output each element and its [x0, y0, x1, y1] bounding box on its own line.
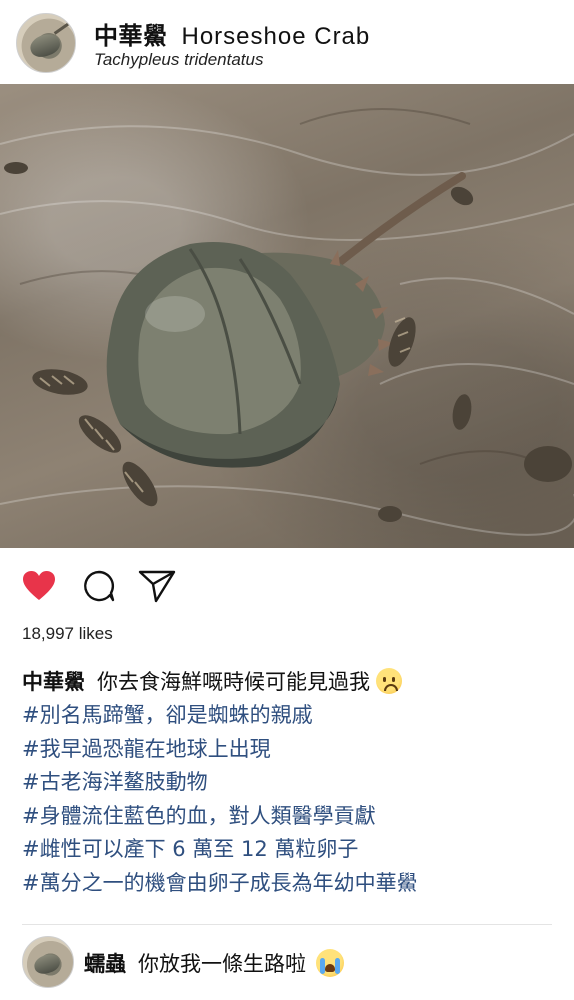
commenter-avatar[interactable] — [22, 936, 74, 988]
caption-line: 中華鱟 你去食海鮮嘅時候可能見過我 — [22, 666, 562, 699]
horseshoe-crab-avatar-shape — [27, 30, 63, 60]
action-bar — [0, 548, 574, 628]
hashtag-link[interactable]: #雌性可以產下 6 萬至 12 萬粒卵子 — [22, 833, 562, 867]
username[interactable]: 中華鱟 — [94, 22, 168, 50]
post-photo[interactable] — [0, 84, 574, 548]
horseshoe-crab-tail-shape — [53, 22, 70, 35]
scientific-name: Tachypleus tridentatus — [94, 50, 264, 69]
send-icon[interactable] — [138, 569, 176, 603]
commenter-avatar-shape — [31, 951, 63, 977]
hashtag-link[interactable]: #別名馬蹄蟹，卻是蜘蛛的親戚 — [22, 699, 562, 733]
post-title: 中華鱟 Horseshoe Crab — [94, 16, 370, 51]
post-caption: 中華鱟 你去食海鮮嘅時候可能見過我 #別名馬蹄蟹，卻是蜘蛛的親戚 #我早過恐龍在地… — [22, 666, 562, 900]
horseshoe-crab-illustration — [0, 108, 574, 536]
hashtag-link[interactable]: #萬分之一的機會由卵子成長為年幼中華鱟 — [22, 867, 562, 901]
hashtag-link[interactable]: #我早過恐龍在地球上出現 — [22, 733, 562, 767]
hashtag-link[interactable]: #古老海洋鳌肢動物 — [22, 766, 562, 800]
post-header: 中華鱟 Horseshoe Crab Tachypleus tridentatus — [0, 0, 574, 84]
loudly-crying-face-emoji-icon — [316, 949, 344, 977]
comment-icon[interactable] — [82, 569, 116, 603]
comment-text: 你放我一條生路啦 — [138, 952, 306, 976]
title-english: Horseshoe Crab — [181, 23, 371, 50]
likes-count[interactable]: 18,997 likes — [22, 624, 113, 644]
comment-row: 蠕蟲 你放我一條生路啦 — [0, 930, 574, 994]
caption-username[interactable]: 中華鱟 — [22, 670, 85, 694]
comment-text-line: 蠕蟲 你放我一條生路啦 — [84, 948, 344, 978]
comment-username[interactable]: 蠕蟲 — [84, 952, 126, 976]
profile-avatar[interactable] — [16, 13, 76, 73]
hashtag-list: #別名馬蹄蟹，卻是蜘蛛的親戚 #我早過恐龍在地球上出現 #古老海洋鳌肢動物 #身… — [22, 699, 562, 900]
divider — [22, 924, 552, 925]
crying-face-emoji-icon — [376, 668, 402, 694]
caption-text: 你去食海鮮嘅時候可能見過我 — [97, 670, 370, 694]
heart-icon[interactable] — [22, 570, 56, 602]
hashtag-link[interactable]: #身體流住藍色的血，對人類醫學貢獻 — [22, 800, 562, 834]
